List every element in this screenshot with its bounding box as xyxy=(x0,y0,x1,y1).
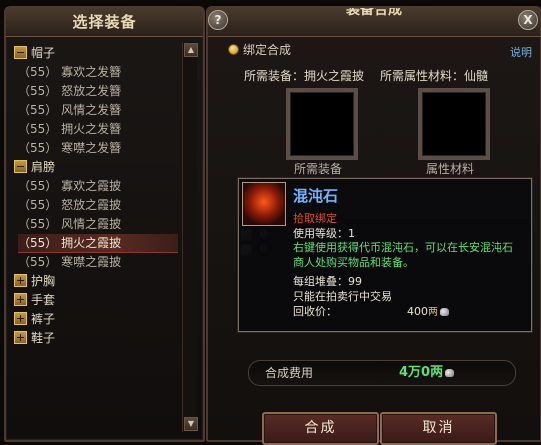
tooltip-price: 400两 xyxy=(407,303,449,318)
help-link[interactable]: 说明 xyxy=(510,44,532,60)
list-item[interactable]: （55） 寡欢之霞披 xyxy=(18,177,178,195)
expand-icon[interactable] xyxy=(14,312,27,325)
scrollbar[interactable]: ▲ ▼ xyxy=(182,42,198,432)
expand-icon[interactable] xyxy=(14,331,27,344)
required-material-label: 所需属性材料：仙髓 xyxy=(380,69,489,83)
list-item-selected[interactable]: （55） 拥火之霞披 xyxy=(18,234,178,253)
list-item[interactable]: （55） 怒放之霞披 xyxy=(18,196,178,214)
panel-title: 装备合成 xyxy=(208,8,540,37)
category-shoes[interactable]: 鞋子 xyxy=(14,329,55,347)
equipment-slot-caption: 所需装备 xyxy=(293,162,342,176)
equipment-slot[interactable] xyxy=(286,88,358,160)
radio-icon[interactable] xyxy=(228,44,239,55)
list-item[interactable]: （55） 寒噤之发簪 xyxy=(18,139,178,157)
silver-coin-icon xyxy=(440,308,449,316)
expand-icon[interactable] xyxy=(14,293,27,306)
chaos-stone-icon xyxy=(242,182,286,226)
expand-icon[interactable] xyxy=(14,274,27,287)
equipment-tree: 帽子 （55） 寡欢之发簪 （55） 怒放之发簪 （55） 风情之发簪 （55）… xyxy=(14,42,180,432)
craft-cost-bar: 合成费用 4万0两 xyxy=(248,360,516,386)
scroll-up-icon[interactable]: ▲ xyxy=(184,43,198,57)
equipment-select-panel: 选择装备 帽子 （55） 寡欢之发簪 （55） 怒放之发簪 （55） 风情之发簪… xyxy=(4,6,205,442)
tooltip-description: 右键使用获得代币混沌石，可以在长安混沌石商人处购买物品和装备。 xyxy=(293,241,513,269)
list-item[interactable]: （55） 怒放之发簪 xyxy=(18,82,178,100)
tooltip-price-label: 回收价： xyxy=(293,305,337,318)
list-item[interactable]: （55） 风情之霞披 xyxy=(18,215,178,233)
equipment-craft-panel: 装备合成 ? X 绑定合成 说明 所需装备：拥火之霞披 所需属性材料：仙髓 所需… xyxy=(206,6,541,445)
tooltip-stack: 每组堆叠：99 xyxy=(293,275,362,288)
cost-value: 4万0两 xyxy=(399,361,455,385)
cost-label: 合成费用 xyxy=(265,366,314,380)
category-chest[interactable]: 护胸 xyxy=(14,272,55,290)
category-gloves[interactable]: 手套 xyxy=(14,291,55,309)
bind-craft-option[interactable]: 绑定合成 xyxy=(228,42,291,58)
panel-title: 选择装备 xyxy=(6,8,203,37)
collapse-icon[interactable] xyxy=(14,46,27,59)
item-tooltip: 混沌石 拾取绑定 使用等级：1 右键使用获得代币混沌石，可以在长安混沌石商人处购… xyxy=(238,178,532,332)
list-item[interactable]: （55） 寒噤之霞披 xyxy=(18,253,178,271)
help-button[interactable]: ? xyxy=(208,10,228,30)
close-button[interactable]: X xyxy=(518,10,538,30)
list-item[interactable]: （55） 寡欢之发簪 xyxy=(18,63,178,81)
category-pants[interactable]: 裤子 xyxy=(14,310,55,328)
tooltip-trade: 只能在拍卖行中交易 xyxy=(293,290,392,303)
list-item[interactable]: （55） 风情之发簪 xyxy=(18,101,178,119)
required-equipment-label: 所需装备：拥火之霞披 xyxy=(244,69,365,83)
category-hat[interactable]: 帽子 xyxy=(14,44,55,62)
list-item[interactable]: （55） 拥火之发簪 xyxy=(18,120,178,138)
craft-button[interactable]: 合成 xyxy=(262,412,379,445)
tooltip-bind-text: 拾取绑定 xyxy=(293,212,337,225)
category-shoulder[interactable]: 肩膀 xyxy=(14,158,55,176)
tooltip-level: 使用等级：1 xyxy=(293,227,355,240)
cancel-button[interactable]: 取消 xyxy=(380,412,497,445)
tooltip-title: 混沌石 xyxy=(293,187,339,205)
material-slot-caption: 属性材料 xyxy=(425,162,474,176)
material-slot[interactable] xyxy=(418,88,490,160)
collapse-icon[interactable] xyxy=(14,160,27,173)
scroll-down-icon[interactable]: ▼ xyxy=(184,417,198,431)
silver-coin-icon xyxy=(445,368,455,377)
